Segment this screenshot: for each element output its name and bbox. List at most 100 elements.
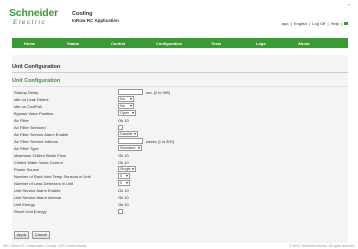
language-link[interactable]: English: [294, 21, 307, 26]
nav-logs[interactable]: Logs: [256, 41, 266, 46]
nav-configuration[interactable]: Configuration: [156, 41, 182, 46]
row-air-filter-serviced: Air Filter Serviced: [14, 125, 344, 131]
chevron-down-icon: [134, 133, 136, 135]
separator: |: [326, 21, 330, 26]
unit-energy-value: Ok 10: [118, 202, 129, 207]
separator: |: [289, 21, 293, 26]
chevron-down-icon: [130, 105, 132, 107]
idle-on-leak-select[interactable]: No: [118, 96, 134, 102]
row-idle-on-leak: Idle on Leak Detect No: [14, 96, 344, 103]
logo-sub-text: Electric: [13, 19, 47, 26]
apply-button[interactable]: Apply: [14, 231, 29, 239]
power-source-label: Power Source: [14, 167, 40, 172]
row-idle-on-coolfail: Idle on CoolFail No: [14, 103, 344, 110]
chevron-down-icon: [126, 175, 128, 177]
air-filter-serviced-label: Air Filter Serviced: [14, 125, 46, 130]
nav-status[interactable]: Status: [67, 41, 79, 46]
section-title: Unit Configuration: [12, 78, 61, 84]
air-filter-alarm-value: Disable: [120, 132, 133, 136]
startup-delay-input[interactable]: [118, 89, 143, 95]
air-filter-serviced-checkbox[interactable]: [118, 125, 123, 130]
startup-delay-range: sec. [0 to 999]: [146, 91, 170, 95]
unit-alarm-enable-label: Unit Service Alarm Enable: [14, 188, 61, 193]
chevron-down-icon: [138, 147, 140, 149]
air-filter-alarm-label: Air Filter Service Alarm Enable: [14, 132, 69, 137]
air-filter-value: Ok 10: [118, 118, 129, 123]
row-startup-delay: Startup Delay sec. [0 to 999]: [14, 89, 344, 96]
nav-control[interactable]: Control: [111, 41, 125, 46]
logo-main-text: Schneider: [9, 7, 58, 19]
startup-delay-label: Startup Delay: [14, 90, 39, 95]
reset-unit-energy-label: Reset Unit Energy: [14, 209, 47, 214]
title-divider: [12, 72, 348, 73]
air-filter-interval-input[interactable]: [118, 138, 143, 144]
row-air-filter-alarm: Air Filter Service Alarm Enable Disable: [14, 131, 344, 138]
air-filter-type-label: Air Filter Type: [14, 146, 39, 151]
air-filter-interval-label: Air Filter Service Interval: [14, 139, 58, 144]
idle-on-leak-value: No: [120, 97, 125, 101]
air-filter-interval-range: weeks [1 to 300]: [146, 140, 174, 144]
row-unit-alarm-enable: Unit Service Alarm Enable Ok 10: [14, 188, 344, 194]
unit-alarm-interval-value: Ok 10: [118, 195, 129, 200]
air-filter-type-value: Standard: [120, 146, 136, 150]
row-air-filter-type: Air Filter Type Standard: [14, 145, 344, 152]
row-unit-energy: Unit Energy Ok 10: [14, 202, 344, 208]
air-filter-type-select[interactable]: Standard: [118, 145, 142, 151]
footer-links[interactable]: APC InRow RC / Dashboard / Control / APC…: [3, 244, 87, 248]
chevron-down-icon: [132, 112, 134, 114]
power-source-value: Single: [120, 167, 131, 171]
row-power-source: Power Source Single: [14, 166, 344, 173]
separator: |: [339, 21, 342, 26]
app-title: Cooling InRow RC Application: [72, 11, 119, 24]
num-leak-detectors-label: Number of Leak Detectors in Unit: [14, 181, 74, 186]
header: Schneider Electric Cooling InRow RC Appl…: [0, 0, 358, 36]
nav-tests[interactable]: Tests: [211, 41, 221, 46]
num-rack-inlet-value: 0: [120, 174, 123, 178]
unit-alarm-interval-label: Unit Service Alarm Interval: [14, 195, 62, 200]
row-num-rack-inlet: Number of Rack Inlet Temp Sensors in Uni…: [14, 173, 344, 180]
row-max-chilled-water: Maximum Chilled Water Flow Ok 10: [14, 153, 344, 159]
air-filter-alarm-select[interactable]: Disable: [118, 131, 138, 137]
num-rack-inlet-label: Number of Rack Inlet Temp Sensors in Uni…: [14, 174, 91, 179]
unit-energy-label: Unit Energy: [14, 202, 35, 207]
app-title-line2: InRow RC Application: [72, 18, 119, 23]
copyright: © 2015, Schneider Electric. All rights r…: [289, 244, 355, 248]
app-title-line1: Cooling: [72, 11, 93, 17]
unit-alarm-enable-value: Ok 10: [118, 188, 129, 193]
num-rack-inlet-select[interactable]: 0: [118, 173, 130, 179]
corner-mark: v .: [347, 2, 352, 7]
logoff-link[interactable]: Log Off: [312, 21, 325, 26]
idle-on-leak-label: Idle on Leak Detect: [14, 97, 49, 102]
power-source-select[interactable]: Single: [118, 166, 136, 172]
bypass-valve-select[interactable]: Open: [118, 110, 136, 116]
idle-on-coolfail-label: Idle on CoolFail: [14, 104, 42, 109]
main-nav: Home Status Control Configuration Tests …: [12, 38, 348, 48]
page-title: Unit Configuration: [12, 64, 61, 70]
idle-on-coolfail-value: No: [120, 104, 125, 108]
row-air-filter: Air Filter Ok 10: [14, 118, 344, 124]
bypass-valve-value: Open: [120, 111, 130, 115]
max-chilled-water-label: Maximum Chilled Water Flow: [14, 153, 66, 158]
chevron-down-icon: [130, 98, 132, 100]
num-leak-detectors-select[interactable]: 0: [118, 180, 130, 186]
status-indicator-icon: [344, 22, 348, 25]
reset-unit-energy-checkbox[interactable]: [118, 209, 123, 214]
schneider-logo[interactable]: Schneider Electric: [9, 8, 67, 28]
footer: APC InRow RC / Dashboard / Control / APC…: [0, 244, 358, 249]
help-link[interactable]: Help: [331, 21, 339, 26]
nav-about[interactable]: About: [298, 41, 310, 46]
row-air-filter-interval: Air Filter Service Interval weeks [1 to …: [14, 138, 344, 145]
separator: |: [308, 21, 312, 26]
row-num-leak-detectors: Number of Leak Detectors in Unit 0: [14, 180, 344, 187]
idle-on-coolfail-select[interactable]: No: [118, 103, 134, 109]
current-user: apc: [281, 21, 289, 26]
air-filter-label: Air Filter: [14, 118, 29, 123]
bypass-valve-label: Bypass Valve Position: [14, 111, 54, 116]
chevron-down-icon: [132, 168, 134, 170]
cancel-button[interactable]: Cancel: [32, 231, 50, 239]
num-leak-detectors-value: 0: [120, 181, 123, 185]
user-links: apc | English | Log Off | Help |: [282, 21, 348, 26]
row-unit-alarm-interval: Unit Service Alarm Interval Ok 10: [14, 195, 344, 201]
nav-home[interactable]: Home: [24, 41, 35, 46]
row-bypass-valve: Bypass Valve Position Open: [14, 110, 344, 117]
